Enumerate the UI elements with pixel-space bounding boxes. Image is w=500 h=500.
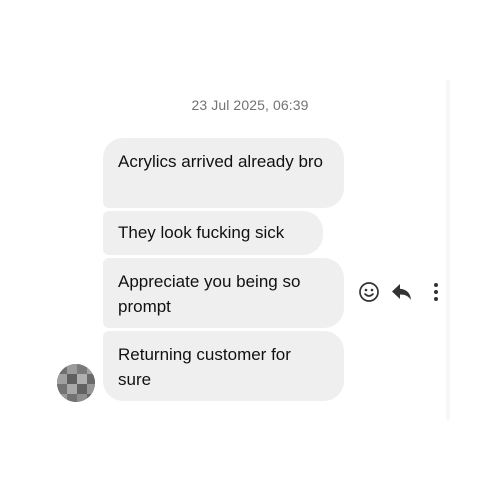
message-bubble[interactable]: Appreciate you being so prompt (103, 258, 344, 328)
message-bubble[interactable]: Acrylics arrived already bro (103, 138, 344, 208)
panel-divider (446, 80, 450, 420)
message-timestamp: 23 Jul 2025, 06:39 (191, 97, 309, 113)
message-bubble[interactable]: Returning customer for sure (103, 331, 344, 401)
more-options-icon[interactable] (426, 279, 446, 305)
emoji-icon[interactable] (356, 279, 382, 305)
avatar[interactable] (57, 364, 95, 402)
reply-icon[interactable] (389, 279, 415, 305)
message-bubble[interactable]: They look fucking sick (103, 211, 323, 255)
chat-thread: 23 Jul 2025, 06:39 Acrylics arrived alre… (0, 0, 500, 500)
